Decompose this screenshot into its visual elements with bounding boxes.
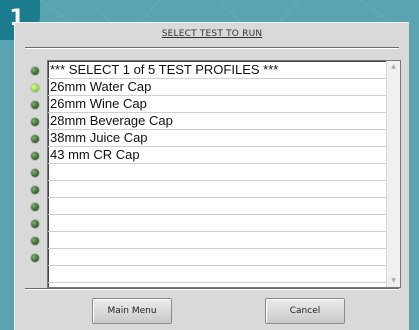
indicator-led: [31, 186, 39, 194]
list-item[interactable]: 28mm Beverage Cap: [48, 112, 386, 130]
list-item[interactable]: [48, 265, 386, 283]
list-item[interactable]: [48, 163, 386, 181]
cancel-button[interactable]: Cancel: [265, 298, 345, 324]
title-divider: [25, 47, 399, 49]
list-item[interactable]: *** SELECT 1 of 5 TEST PROFILES ***: [48, 61, 386, 79]
test-select-dialog: SELECT TEST TO RUN *** SELECT 1 of 5 TES…: [14, 22, 409, 330]
dialog-title: SELECT TEST TO RUN: [161, 29, 263, 39]
indicator-led-active: [31, 84, 39, 92]
test-profile-list[interactable]: *** SELECT 1 of 5 TEST PROFILES *** 26mm…: [47, 60, 401, 288]
list-item[interactable]: 26mm Water Cap: [48, 78, 386, 96]
indicator-led: [31, 203, 39, 211]
list-item[interactable]: [48, 214, 386, 232]
indicator-led: [31, 152, 39, 160]
indicator-led: [31, 169, 39, 177]
indicator-led: [31, 254, 39, 262]
list-item[interactable]: 43 mm CR Cap: [48, 146, 386, 164]
indicator-led: [31, 118, 39, 126]
list-item[interactable]: [48, 248, 386, 266]
scroll-up-icon[interactable]: ▲: [387, 61, 400, 73]
main-menu-button[interactable]: Main Menu: [92, 298, 172, 324]
list-item[interactable]: 26mm Wine Cap: [48, 95, 386, 113]
scroll-down-icon[interactable]: ▼: [387, 275, 400, 287]
list-item[interactable]: [48, 180, 386, 198]
bottom-divider: [25, 288, 399, 290]
indicator-led: [31, 237, 39, 245]
indicator-led: [31, 220, 39, 228]
list-item[interactable]: [48, 231, 386, 249]
list-item[interactable]: [48, 197, 386, 215]
list-scrollbar[interactable]: ▲ ▼: [386, 61, 400, 287]
list-item[interactable]: 38mm Juice Cap: [48, 129, 386, 147]
indicator-led: [31, 135, 39, 143]
indicator-led: [31, 67, 39, 75]
indicator-led: [31, 101, 39, 109]
